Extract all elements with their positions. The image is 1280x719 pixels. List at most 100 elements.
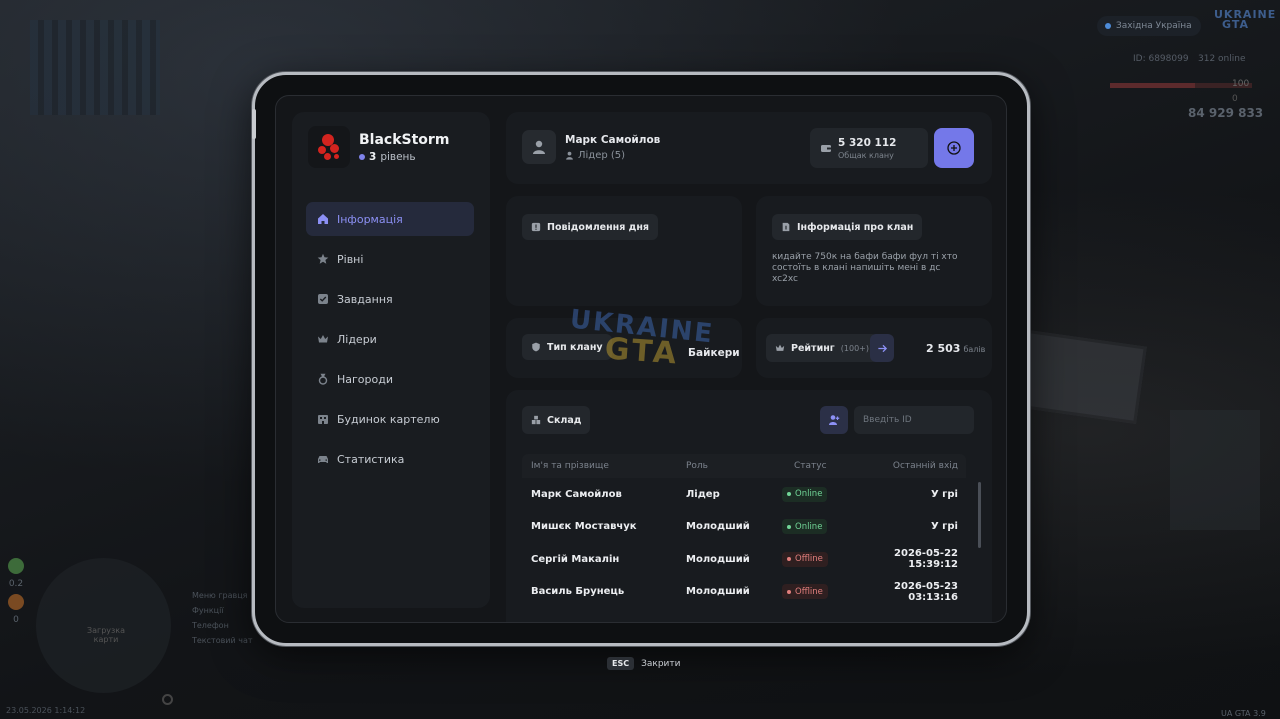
sidebar-item-levels[interactable]: Рівні <box>306 242 474 276</box>
online-count: 312 online <box>1198 54 1246 64</box>
leader-card: Марк Самойлов Лідер (5) 5 320 112 Общак … <box>506 112 992 184</box>
armor-value: 0 <box>1232 94 1238 104</box>
rating-label-text: Рейтинг <box>791 342 835 354</box>
member-status: Offline <box>782 584 864 600</box>
thirst-value: 0 <box>13 615 19 625</box>
clan-bank-label: Общак клану <box>838 151 894 160</box>
member-name: Марк Самойлов <box>531 488 622 500</box>
table-row[interactable]: Сергій Макалін Молодший Offline 2026-05-… <box>522 543 966 576</box>
sidebar-item-cartel-house[interactable]: Будинок картелю <box>306 402 474 436</box>
checkbox-icon <box>317 293 329 305</box>
game-logo: UKRAINE GTA <box>1214 9 1276 30</box>
keybind-hint: Функції <box>192 606 224 615</box>
warehouse-button[interactable]: Склад <box>522 406 591 434</box>
sidebar-item-label: Інформація <box>337 212 403 226</box>
sidebar-item-tasks[interactable]: Завдання <box>306 282 474 316</box>
sidebar-item-label: Рівні <box>337 252 364 266</box>
region-indicator: Західна Україна <box>1097 16 1201 36</box>
table-row[interactable]: Марк Самойлов Лідер Online У грі <box>522 478 966 511</box>
logo-shape <box>324 153 331 160</box>
level-word: рівень <box>380 150 416 163</box>
column-header-status: Статус <box>794 461 827 471</box>
boxes-icon <box>531 415 541 425</box>
table-row[interactable]: Василь Брунець Молодший Offline 2026-05-… <box>522 576 966 609</box>
sidebar-item-label: Нагороди <box>337 372 393 386</box>
member-name: Мишєк Моставчук <box>531 521 637 533</box>
member-status: Offline <box>782 551 864 567</box>
clan-type-value: Байкери <box>688 347 740 359</box>
close-hint[interactable]: ESC Закрити <box>607 657 680 670</box>
background-paper <box>1170 410 1260 530</box>
sidebar-item-label: Лідери <box>337 332 377 346</box>
member-name: Сергій Макалін <box>531 553 620 565</box>
table-row[interactable]: Мишєк Моставчук Молодший Online У грі <box>522 511 966 544</box>
member-status: Online <box>782 519 864 535</box>
rating-number: 2 503 <box>926 342 961 355</box>
clan-info-title-text: Інформація про клан <box>797 221 914 233</box>
status-text: Online <box>795 521 823 532</box>
region-label: Західна Україна <box>1116 21 1192 31</box>
sidebar-item-leaders[interactable]: Лідери <box>306 322 474 356</box>
microphone-icon <box>162 694 173 705</box>
hunger-icon <box>8 558 24 574</box>
invite-member-button[interactable] <box>820 406 848 434</box>
sidebar: BlackStorm 3 рівень Інформація Рівні Зав… <box>292 112 490 608</box>
clan-type-label-text: Тип клану <box>547 341 603 353</box>
sidebar-item-awards[interactable]: Нагороди <box>306 362 474 396</box>
sidebar-nav: Інформація Рівні Завдання Лідери Нагород… <box>306 202 474 482</box>
crown-icon <box>317 333 329 345</box>
keybind-hint: Текстовий чат <box>192 636 253 645</box>
tablet-button <box>252 109 256 139</box>
medal-icon <box>317 373 329 385</box>
members-card: Склад Ім'я та прізвище Роль Статус Остан… <box>506 390 992 622</box>
building-icon <box>317 413 329 425</box>
clan-level: 3 рівень <box>359 151 449 163</box>
person-icon <box>566 151 573 160</box>
datetime: 23.05.2026 1:14:12 <box>6 706 86 715</box>
status-badge: Online <box>782 519 828 535</box>
clan-bank-amount: 5 320 112 <box>838 137 897 149</box>
clan-logo <box>308 126 350 168</box>
status-dot-icon <box>787 524 791 529</box>
status-dot-icon <box>787 589 791 594</box>
deposit-button[interactable] <box>934 128 974 168</box>
document-icon <box>782 222 790 232</box>
column-header-last-login: Останній вхід <box>892 461 958 471</box>
arrow-right-icon <box>877 344 887 352</box>
crown-icon <box>775 344 785 351</box>
tablet-frame: BlackStorm 3 рівень Інформація Рівні Зав… <box>252 72 1030 646</box>
background-board <box>1017 330 1147 424</box>
rating-label: Рейтинг (100+) <box>766 334 878 362</box>
clan-info-text: кидайте 750к на бафи бафи фул ті хто сос… <box>772 252 958 284</box>
member-id-input[interactable] <box>854 406 974 434</box>
hunger-value: 0.2 <box>8 579 24 589</box>
sidebar-item-label: Статистика <box>337 452 405 466</box>
status-dot-icon <box>787 492 791 497</box>
members-scrollbar[interactable] <box>978 482 981 548</box>
member-name: Василь Брунець <box>531 586 625 598</box>
close-label: Закрити <box>641 658 681 669</box>
member-last-login: У грі <box>930 488 958 500</box>
warehouse-label: Склад <box>547 414 582 426</box>
column-header-name: Ім'я та прізвище <box>531 461 609 471</box>
column-header-role: Роль <box>686 461 708 471</box>
sidebar-item-statistics[interactable]: Статистика <box>306 442 474 476</box>
logo-shape <box>330 144 339 153</box>
status-badge: Offline <box>782 551 828 567</box>
clan-type-label: Тип клану <box>522 334 612 360</box>
status-dot-icon <box>787 557 791 562</box>
sidebar-item-label: Будинок картелю <box>337 412 440 426</box>
esc-key: ESC <box>607 657 635 670</box>
clan-name: BlackStorm <box>359 131 450 148</box>
user-icon <box>533 140 545 154</box>
game-version: UA GTA 3.9 <box>1221 709 1266 718</box>
rating-open-button[interactable] <box>870 334 894 362</box>
avatar <box>522 130 556 164</box>
keybind-hint: Меню гравця <box>192 591 248 600</box>
clan-header: BlackStorm 3 рівень <box>308 126 449 168</box>
sidebar-item-info[interactable]: Інформація <box>306 202 474 236</box>
status-text: Online <box>795 489 823 500</box>
member-last-login: 2026-05-22 15:39:12 <box>894 548 958 571</box>
rating-card: Рейтинг (100+) 2 503 балів <box>756 318 992 378</box>
player-money: 84 929 833 <box>1188 106 1264 120</box>
